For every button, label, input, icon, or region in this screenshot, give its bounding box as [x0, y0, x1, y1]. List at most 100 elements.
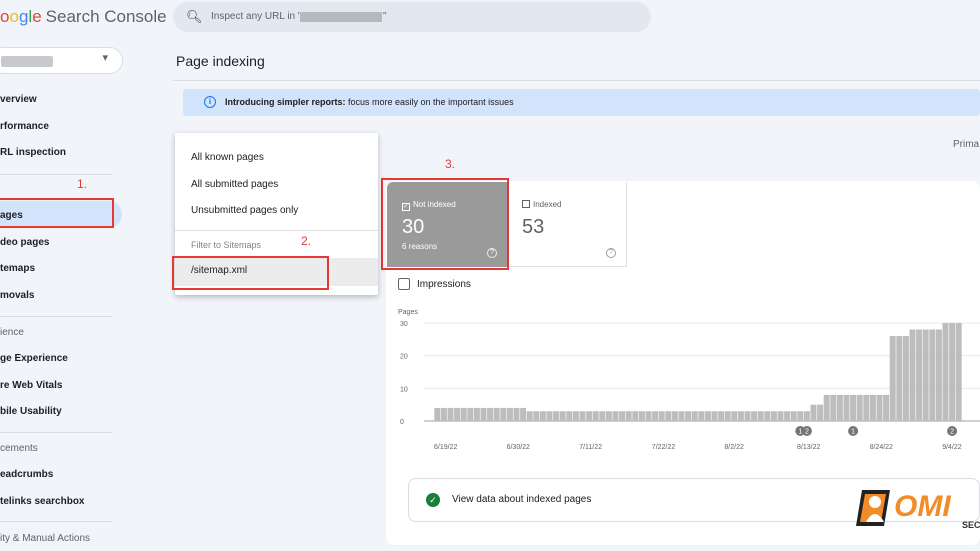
- chart-bar: [698, 411, 705, 421]
- info-icon: i: [204, 96, 216, 108]
- annotation-marker-label: 2: [950, 429, 954, 436]
- checkbox-empty-icon: [522, 200, 530, 208]
- chart-bar: [744, 411, 751, 421]
- annotation-marker[interactable]: 2: [947, 426, 958, 436]
- chart-bar: [731, 411, 738, 421]
- chevron-down-icon: ▾: [102, 52, 108, 64]
- chart-bar: [718, 411, 725, 421]
- sidebar-item-removals[interactable]: movals: [0, 290, 34, 301]
- chart-bar: [691, 411, 698, 421]
- chart-bar: [559, 411, 566, 421]
- chart-bar: [843, 394, 850, 421]
- chart-bar: [566, 411, 573, 421]
- tile-indexed[interactable]: Indexed 53 ?: [509, 182, 627, 267]
- chart-bar: [440, 407, 447, 421]
- sidebar-item-video-pages[interactable]: deo pages: [0, 237, 49, 248]
- annotation-marker[interactable]: 2: [801, 426, 812, 436]
- annotation-marker[interactable]: 1: [848, 426, 859, 436]
- tile-indexed-value: 53: [522, 216, 545, 238]
- sidebar-item-sitelinks-searchbox[interactable]: telinks searchbox: [0, 496, 84, 507]
- annotation-step-3: 3.: [445, 157, 456, 171]
- annotation-step-2: 2.: [301, 234, 312, 248]
- property-selector[interactable]: ▾: [0, 47, 123, 74]
- x-tick-label: 6/30/22: [507, 444, 530, 451]
- chart-bar: [797, 411, 804, 421]
- sidebar-item-overview[interactable]: verview: [0, 94, 37, 105]
- brand-watermark-logo: OMI SEC: [856, 490, 980, 530]
- chart-bar: [493, 407, 500, 421]
- chart-bar: [810, 404, 817, 421]
- sidebar-item-core-web-vitals[interactable]: re Web Vitals: [0, 380, 62, 391]
- chart-bar: [777, 411, 784, 421]
- view-indexed-pages-link[interactable]: View data about indexed pages: [452, 494, 591, 505]
- menu-item-all-known[interactable]: All known pages: [191, 152, 264, 163]
- chart-bar: [638, 411, 645, 421]
- primary-crawler-label: Prima: [953, 139, 980, 150]
- chart-bar: [467, 407, 474, 421]
- chart-bar: [539, 411, 546, 421]
- page-title: Page indexing: [176, 53, 265, 69]
- chart-bar: [506, 407, 513, 421]
- sidebar-item-url-inspection[interactable]: RL inspection: [0, 147, 66, 158]
- chart-bar: [460, 407, 467, 421]
- chart-bar: [704, 411, 711, 421]
- chart-bar: [823, 394, 830, 421]
- chart-bar: [480, 407, 487, 421]
- sidebar-section-experience: ience: [0, 327, 24, 338]
- pages-chart: Pages 0102030 12121 6/19/226/30/227/11/2…: [398, 309, 980, 451]
- annotation-marker-label: 2: [805, 429, 809, 436]
- help-icon[interactable]: ?: [606, 248, 616, 258]
- check-circle-icon: ✓: [426, 493, 440, 507]
- chart-bar: [645, 411, 652, 421]
- checkbox-empty-icon: [398, 278, 410, 290]
- sidebar-section-enhancements: cements: [0, 443, 38, 454]
- chart-bar: [605, 411, 612, 421]
- x-tick-label: 8/24/22: [870, 444, 893, 451]
- chart-bar: [500, 407, 507, 421]
- x-tick-label: 7/22/22: [652, 444, 675, 451]
- search-domain-redacted: [300, 12, 382, 22]
- chart-bar: [869, 394, 876, 421]
- chart-bar: [856, 394, 863, 421]
- chart-bar: [817, 404, 824, 421]
- chart-bar: [513, 407, 520, 421]
- sidebar-item-performance[interactable]: rformance: [0, 121, 49, 132]
- menu-item-unsubmitted[interactable]: Unsubmitted pages only: [191, 205, 298, 216]
- sidebar-item-page-experience[interactable]: ge Experience: [0, 353, 68, 364]
- chart-bar: [784, 411, 791, 421]
- chart-bar: [942, 323, 949, 421]
- sidebar-item-sitemaps[interactable]: temaps: [0, 263, 35, 274]
- sidebar-item-breadcrumbs[interactable]: eadcrumbs: [0, 469, 53, 480]
- chart-bar: [803, 411, 810, 421]
- sidebar-divider: [0, 174, 112, 175]
- chart-bar: [949, 323, 956, 421]
- sidebar-item-mobile-usability[interactable]: bile Usability: [0, 406, 62, 417]
- search-placeholder-end: ": [383, 11, 387, 22]
- chart-bar: [790, 411, 797, 421]
- chart-bar: [836, 394, 843, 421]
- chart-bar: [454, 407, 461, 421]
- chart-bar: [902, 336, 909, 421]
- impressions-toggle[interactable]: Impressions: [398, 278, 471, 290]
- chart-bar: [929, 329, 936, 421]
- annotation-box-3: [381, 178, 509, 270]
- menu-section-label: Filter to Sitemaps: [191, 240, 262, 250]
- y-tick-label: 30: [400, 321, 408, 328]
- chart-bar: [487, 407, 494, 421]
- menu-divider: [175, 230, 378, 231]
- chart-bar: [751, 411, 758, 421]
- tile-indexed-label: Indexed: [533, 200, 562, 209]
- url-inspect-search[interactable]: 🔍︎ Inspect any URL in " ": [173, 2, 651, 32]
- x-tick-label: 8/2/22: [724, 444, 744, 451]
- chart-bar: [652, 411, 659, 421]
- annotation-marker-label: 1: [851, 429, 855, 436]
- chart-ylabel: Pages: [398, 309, 418, 316]
- chart-bar: [612, 411, 619, 421]
- annotation-marker-label: 1: [798, 429, 802, 436]
- chart-bar: [863, 394, 870, 421]
- chart-bar: [434, 407, 441, 421]
- menu-item-all-submitted[interactable]: All submitted pages: [191, 179, 278, 190]
- chart-bar: [889, 336, 896, 421]
- brand-text: OMI: [894, 490, 951, 523]
- sidebar-divider: [0, 432, 112, 433]
